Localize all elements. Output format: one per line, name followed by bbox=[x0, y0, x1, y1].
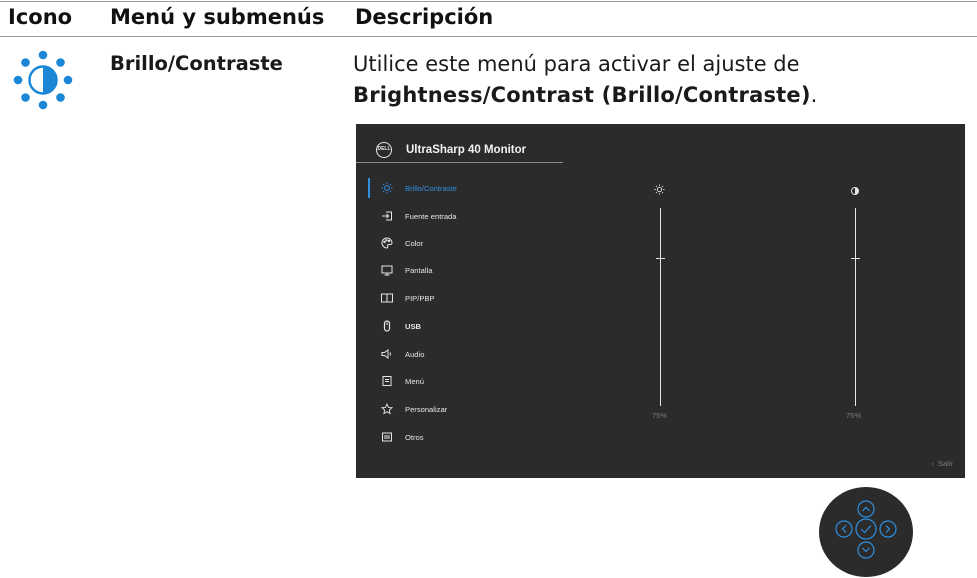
up-icon[interactable] bbox=[857, 500, 875, 518]
description-line-2: Brightness/Contrast (Brillo/Contraste). bbox=[353, 83, 818, 107]
osd-item-label: USB bbox=[405, 321, 422, 331]
description-period: . bbox=[810, 83, 818, 107]
others-icon bbox=[380, 430, 394, 444]
sun-icon bbox=[654, 182, 665, 200]
dell-logo: DELL bbox=[376, 142, 392, 158]
dell-logo-text: DELL bbox=[377, 146, 391, 152]
osd-item-audio[interactable]: Audio bbox=[380, 346, 424, 362]
contrast-slider-handle[interactable] bbox=[851, 257, 860, 259]
osd-title: UltraSharp 40 Monitor bbox=[406, 144, 527, 156]
active-item-indicator bbox=[368, 178, 370, 198]
contrast-slider-track[interactable] bbox=[855, 208, 856, 406]
osd-screen: DELL UltraSharp 40 Monitor Brillo/Contra… bbox=[356, 124, 965, 478]
contrast-icon bbox=[850, 183, 860, 201]
right-icon[interactable] bbox=[879, 520, 897, 538]
osd-item-label: Audio bbox=[405, 349, 425, 359]
left-icon[interactable] bbox=[835, 520, 853, 538]
osd-item-label: Color bbox=[405, 238, 424, 248]
menu-name: Brillo/Contraste bbox=[110, 52, 283, 75]
osd-item-label: Brillo/Contraste bbox=[405, 183, 457, 193]
palette-icon bbox=[380, 236, 394, 250]
display-icon bbox=[380, 263, 394, 277]
osd-item-pip-pbp[interactable]: PIP/PBP bbox=[380, 290, 435, 306]
brightness-slider-handle[interactable] bbox=[656, 257, 665, 259]
header-description: Descripción bbox=[355, 5, 494, 29]
joystick[interactable] bbox=[819, 487, 913, 577]
contrast-value: 75% bbox=[846, 411, 862, 420]
table-header-rule bbox=[0, 36, 977, 37]
exit-label: Salir bbox=[937, 459, 953, 468]
description-line-1: Utilice este menú para activar el ajuste… bbox=[353, 52, 800, 76]
osd-item-label: Otros bbox=[405, 432, 424, 442]
brightness-icon bbox=[380, 181, 394, 195]
osd-item-others[interactable]: Otros bbox=[380, 429, 424, 445]
osd-item-input-source[interactable]: Fuente entrada bbox=[380, 208, 457, 224]
table-top-rule bbox=[0, 1, 977, 2]
brightness-value: 75% bbox=[652, 411, 668, 420]
mouse-icon bbox=[380, 319, 394, 333]
header-icon: Icono bbox=[8, 5, 73, 29]
osd-item-label: Menú bbox=[405, 376, 424, 386]
osd-item-menu[interactable]: Menú bbox=[380, 373, 424, 389]
exit-chevron-icon: ‹ bbox=[931, 459, 938, 468]
header-menu: Menú y submenús bbox=[110, 5, 325, 29]
down-icon[interactable] bbox=[857, 541, 875, 559]
osd-title-underline bbox=[356, 162, 563, 163]
osd-item-label: Personalizar bbox=[405, 404, 448, 414]
star-icon bbox=[380, 402, 394, 416]
osd-item-display[interactable]: Pantalla bbox=[380, 262, 432, 278]
input-source-icon bbox=[380, 209, 394, 223]
osd-item-usb[interactable]: USB bbox=[380, 318, 421, 334]
speaker-icon bbox=[380, 347, 394, 361]
description-setting-name: Brightness/Contrast (Brillo/Contraste) bbox=[353, 83, 811, 107]
osd-item-label: PIP/PBP bbox=[405, 293, 435, 303]
osd-item-brightness-contrast[interactable]: Brillo/Contraste bbox=[380, 180, 457, 196]
brightness-contrast-icon bbox=[11, 48, 75, 112]
pip-icon bbox=[380, 291, 394, 305]
check-icon[interactable] bbox=[855, 518, 877, 540]
exit-button[interactable]: ‹ Salir bbox=[931, 459, 953, 468]
brightness-slider-track[interactable] bbox=[660, 208, 661, 406]
osd-item-label: Fuente entrada bbox=[405, 211, 457, 221]
osd-item-personalize[interactable]: Personalizar bbox=[380, 401, 447, 417]
menu-icon bbox=[380, 374, 394, 388]
osd-item-label: Pantalla bbox=[405, 265, 433, 275]
osd-item-color[interactable]: Color bbox=[380, 235, 423, 251]
